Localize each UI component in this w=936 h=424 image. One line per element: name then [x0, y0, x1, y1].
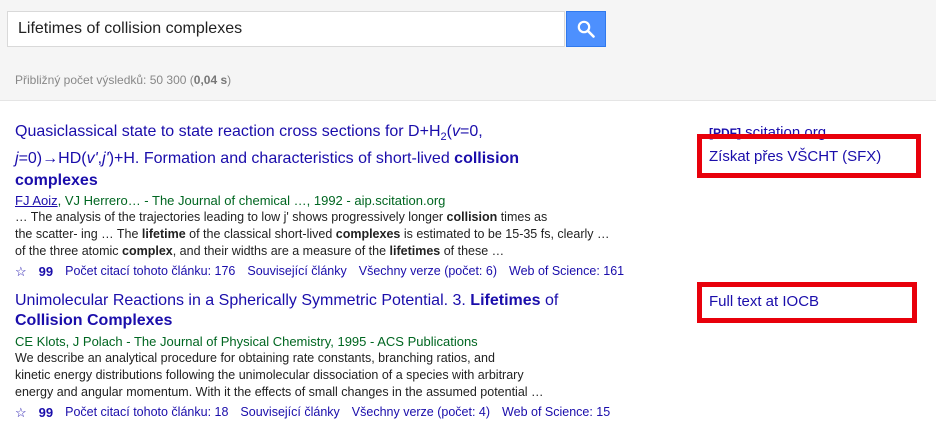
quote-icon[interactable]: 99: [39, 404, 53, 421]
highlight-box: [697, 282, 917, 323]
author-link[interactable]: FJ Aoiz: [15, 193, 58, 208]
cited-by-link[interactable]: Počet citací tohoto článku: 18: [65, 404, 228, 421]
result-item: Quasiclassical state to state reaction c…: [15, 121, 675, 280]
result-title[interactable]: Quasiclassical state to state reaction c…: [15, 121, 675, 192]
web-of-science-link[interactable]: Web of Science: 161: [509, 263, 624, 280]
result-item: Unimolecular Reactions in a Spherically …: [15, 291, 675, 421]
result-title[interactable]: Unimolecular Reactions in a Spherically …: [15, 291, 675, 331]
all-versions-link[interactable]: Všechny verze (počet: 6): [359, 263, 497, 280]
result-snippet: … The analysis of the trajectories leadi…: [15, 210, 610, 259]
result-links: ☆ 99 Počet citací tohoto článku: 176 Sou…: [15, 263, 675, 280]
web-of-science-link[interactable]: Web of Science: 15: [502, 404, 610, 421]
all-versions-link[interactable]: Všechny verze (počet: 4): [352, 404, 490, 421]
result-snippet: We describe an analytical procedure for …: [15, 351, 544, 399]
result-links: ☆ 99 Počet citací tohoto článku: 18 Souv…: [15, 404, 675, 421]
cited-by-link[interactable]: Počet citací tohoto článku: 176: [65, 263, 235, 280]
result-meta: CE Klots, J Polach - The Journal of Phys…: [15, 334, 478, 349]
search-input[interactable]: [7, 11, 565, 47]
related-articles-link[interactable]: Související články: [240, 404, 339, 421]
related-articles-link[interactable]: Související články: [247, 263, 346, 280]
quote-icon[interactable]: 99: [39, 263, 53, 280]
result-meta: FJ Aoiz, VJ Herrero… - The Journal of ch…: [15, 193, 446, 209]
highlight-box: [697, 134, 921, 178]
results-count: Přibližný počet výsledků: 50 300 (0,04 s…: [15, 73, 232, 87]
search-header: Přibližný počet výsledků: 50 300 (0,04 s…: [0, 0, 936, 101]
search-icon: [577, 20, 595, 38]
star-icon[interactable]: ☆: [15, 263, 27, 280]
search-button[interactable]: [566, 11, 606, 47]
star-icon[interactable]: ☆: [15, 404, 27, 421]
